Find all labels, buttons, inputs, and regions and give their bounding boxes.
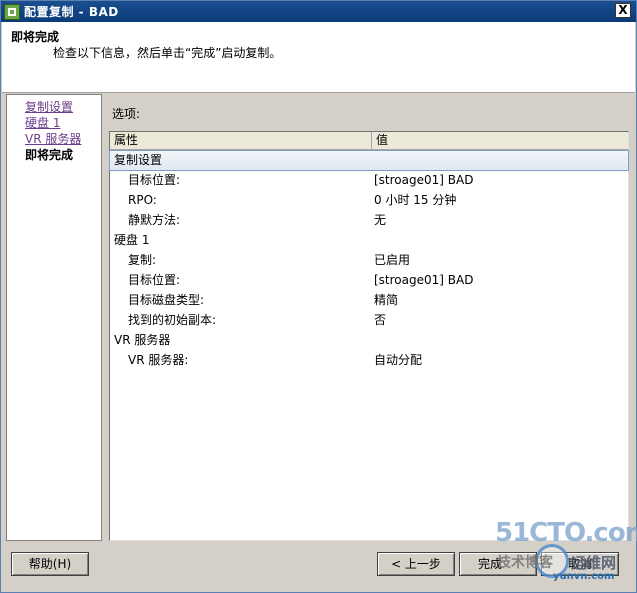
table-row[interactable]: 静默方法: 无: [110, 210, 628, 230]
row-value: 自动分配: [374, 353, 423, 367]
row-property: 目标位置:: [128, 173, 181, 187]
row-property: 静默方法:: [128, 213, 181, 227]
row-property: 目标位置:: [128, 273, 181, 287]
help-button[interactable]: 帮助(H): [11, 552, 89, 576]
table-row[interactable]: 复制设置: [109, 150, 629, 171]
row-property: 复制:: [128, 253, 157, 267]
app-icon: [4, 3, 20, 20]
row-property: RPO:: [128, 193, 157, 207]
nav-step-vr-server[interactable]: VR 服务器: [25, 130, 81, 147]
nav-step-ready-to-complete: 即将完成: [25, 148, 74, 162]
row-value: 精简: [374, 293, 399, 307]
row-value: [stroage01] BAD: [374, 273, 474, 287]
row-property: 硬盘 1: [114, 233, 150, 247]
finish-button[interactable]: 完成: [459, 552, 537, 576]
nav-step-replication-settings[interactable]: 复制设置: [25, 98, 73, 115]
table-row[interactable]: 目标磁盘类型: 精简: [110, 290, 628, 310]
column-header-value[interactable]: 值: [372, 132, 628, 150]
column-header-property[interactable]: 属性: [110, 132, 372, 150]
summary-grid: 属性 值 复制设置 目标位置: [stroage01] BAD RPO: 0 小…: [109, 131, 629, 541]
table-row[interactable]: RPO: 0 小时 15 分钟: [110, 190, 628, 210]
row-value: 已启用: [374, 253, 411, 267]
row-value: 否: [374, 313, 387, 327]
row-property: 找到的初始副本:: [128, 313, 217, 327]
grid-body: 复制设置 目标位置: [stroage01] BAD RPO: 0 小时 15 …: [109, 150, 629, 370]
table-row[interactable]: 硬盘 1: [110, 230, 628, 250]
options-label: 选项:: [112, 107, 141, 121]
table-row[interactable]: 目标位置: [stroage01] BAD: [110, 170, 628, 190]
wizard-steps-nav: 复制设置 硬盘 1 VR 服务器 即将完成: [6, 94, 102, 541]
table-row[interactable]: 复制: 已启用: [110, 250, 628, 270]
page-title: 即将完成: [11, 30, 60, 44]
back-button[interactable]: < 上一步: [377, 552, 455, 576]
close-button[interactable]: X: [615, 3, 631, 18]
table-row[interactable]: 找到的初始副本: 否: [110, 310, 628, 330]
row-value: 0 小时 15 分钟: [374, 193, 457, 207]
row-value: 无: [374, 213, 387, 227]
title-bar[interactable]: 配置复制 - BAD X: [1, 1, 636, 22]
wizard-header: 即将完成 检查以下信息，然后单击“完成”启动复制。: [2, 22, 635, 93]
row-property: VR 服务器:: [128, 353, 189, 367]
cancel-button[interactable]: 取消: [541, 552, 619, 576]
grid-header: 属性 值: [110, 132, 628, 150]
table-row[interactable]: VR 服务器: [110, 330, 628, 350]
row-property: 目标磁盘类型:: [128, 293, 205, 307]
table-row[interactable]: VR 服务器: 自动分配: [110, 350, 628, 370]
table-row[interactable]: 目标位置: [stroage01] BAD: [110, 270, 628, 290]
nav-step-disk-1[interactable]: 硬盘 1: [25, 114, 60, 131]
row-property: VR 服务器: [114, 333, 171, 347]
row-property: 复制设置: [114, 153, 163, 167]
window-title: 配置复制 - BAD: [24, 5, 119, 19]
page-description: 检查以下信息，然后单击“完成”启动复制。: [53, 46, 282, 60]
dialog-window: 配置复制 - BAD X 即将完成 检查以下信息，然后单击“完成”启动复制。 复…: [0, 0, 637, 593]
row-value: [stroage01] BAD: [374, 173, 474, 187]
